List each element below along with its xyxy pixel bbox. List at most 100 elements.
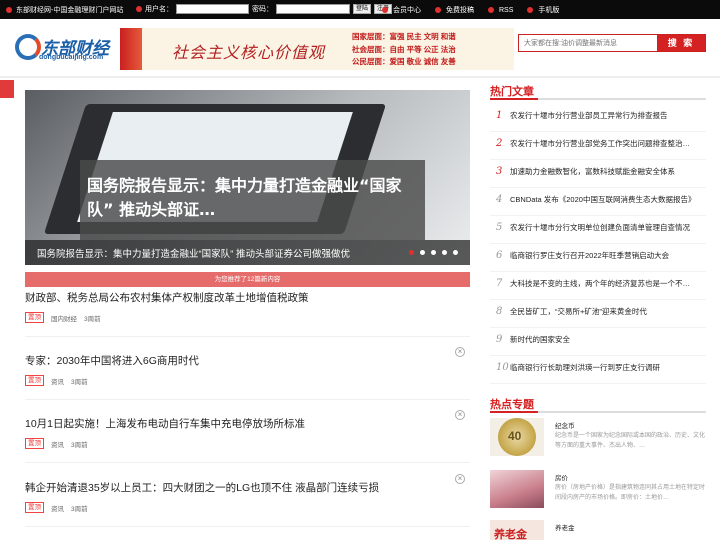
news-title[interactable]: 财政部、税务总局公布农村集体产权制度改革土地增值税政策	[25, 290, 470, 305]
slider-dot[interactable]	[431, 250, 436, 255]
news-time: 3周前	[71, 505, 88, 513]
news-meta: 置顶 资讯 3周前	[25, 502, 88, 513]
member-center-link[interactable]: 会员中心	[382, 5, 421, 15]
slider-dot[interactable]	[409, 250, 414, 255]
hot-article-title[interactable]: 农发行十堰市分行文明单位创建负面清单管理自查情况	[510, 222, 706, 233]
pension-thumbnail[interactable]: 养老金	[490, 520, 544, 540]
search-button[interactable]: 搜 索	[657, 35, 705, 51]
rss-link[interactable]: RSS	[488, 5, 513, 15]
link-label: 手机版	[538, 7, 560, 14]
topic-title[interactable]: 纪念币	[555, 420, 575, 430]
rank-number: 9	[496, 334, 503, 345]
news-item[interactable]: × 韩企开始清退35岁以上员工：四大财团之一的LG也顶不住 液晶部门连续亏损 置…	[25, 474, 470, 513]
site-logo[interactable]: 东部财经 dongbucaijing.com	[15, 34, 115, 64]
hot-article-title[interactable]: 新时代的国家安全	[510, 334, 706, 345]
slider-dot[interactable]	[453, 250, 458, 255]
featured-slider[interactable]: 国务院报告显示：集中力量打造金融业“国家队” 推动头部证… 国务院报告显示：集中…	[25, 90, 470, 265]
user-icon	[136, 6, 142, 12]
side-tab[interactable]	[0, 80, 14, 98]
news-meta: 置顶 国内财经 3周前	[25, 312, 101, 323]
news-title[interactable]: 10月1日起实施！上海发布电动自行车集中充电停放场所标准	[25, 416, 470, 431]
hot-article-title[interactable]: 全民皆矿工，“交易所+矿池”迎来黄金时代	[510, 306, 706, 317]
hot-article-title[interactable]: 加速助力金融数智化，富数科技赋能金融安全体系	[510, 166, 706, 177]
news-item[interactable]: 财政部、税务总局公布农村集体产权制度改革土地增值税政策 置顶 国内财经 3周前	[25, 290, 470, 323]
news-title[interactable]: 韩企开始清退35岁以上员工：四大财团之一的LG也顶不住 液晶部门连续亏损	[25, 480, 470, 495]
news-title[interactable]: 专家：2030年中国将进入6G商用时代	[25, 353, 470, 368]
banner-slogan: 社会主义核心价值观	[172, 43, 326, 62]
value-line: 国家层面：富强 民主 文明 和谐	[352, 32, 456, 41]
house-thumbnail[interactable]	[490, 470, 544, 508]
news-category[interactable]: 国内财经	[51, 313, 77, 323]
news-time: 3周前	[71, 378, 88, 386]
hot-article-item[interactable]: 7 大科技是不变的主线，两个年的经济复苏也是一个不…	[490, 272, 706, 300]
topic-desc: 纪念币是一个国家为纪念国际或本国的政治、历史、文化等方面的重大事件、杰出人物、…	[555, 433, 706, 449]
pinned-badge: 置顶	[25, 312, 44, 323]
news-divider	[25, 336, 470, 337]
hot-article-title[interactable]: 农发行十堰市分行营业部党务工作突出问题排查整治…	[510, 138, 706, 149]
rss-icon	[488, 7, 494, 13]
slider-caption[interactable]: 国务院报告显示：集中力量打造金融业“国家队” 推动头部证券公司做强做优	[37, 246, 350, 260]
news-category[interactable]: 资讯	[51, 439, 64, 449]
hot-article-item[interactable]: 9 新时代的国家安全	[490, 328, 706, 356]
hot-article-item[interactable]: 4 CBNData 发布《2020中国互联网消费生态大数据报告》	[490, 188, 706, 216]
username-label: 用户名：	[145, 6, 173, 13]
home-icon	[6, 7, 12, 13]
rank-number: 4	[496, 194, 503, 205]
coin-thumbnail[interactable]: 40	[490, 418, 544, 456]
news-category[interactable]: 资讯	[51, 503, 64, 513]
section-underline	[490, 411, 706, 413]
logo-url: dongbucaijing.com	[39, 54, 104, 61]
site-name: 东部财经网-中国金融理财门户网站	[16, 7, 124, 14]
hot-articles-title: 热门文章	[490, 86, 534, 98]
mobile-link[interactable]: 手机版	[527, 5, 559, 15]
close-icon[interactable]: ×	[455, 347, 465, 357]
link-label: 会员中心	[393, 7, 421, 14]
recommend-notice[interactable]: 为您推荐了12篇新内容	[25, 272, 470, 287]
hot-article-title[interactable]: CBNData 发布《2020中国互联网消费生态大数据报告》	[510, 194, 706, 205]
news-category[interactable]: 资讯	[51, 376, 64, 386]
submit-article-link[interactable]: 免费投稿	[435, 5, 474, 15]
login-button[interactable]: 登陆	[353, 4, 372, 14]
topic-title[interactable]: 养老金	[555, 522, 575, 532]
slider-dot[interactable]	[420, 250, 425, 255]
value-line: 公民层面：爱国 敬业 诚信 友善	[352, 57, 456, 66]
logo-mark-icon	[15, 34, 41, 60]
flag-icon	[120, 28, 142, 70]
coin-thumbnail-text: 40	[508, 429, 522, 443]
hot-article-title[interactable]: 农发行十堰市分行营业部员工异常行为排查报告	[510, 110, 706, 121]
pinned-badge: 置顶	[25, 502, 44, 513]
username-input[interactable]	[176, 4, 249, 14]
rank-number: 10	[496, 362, 509, 373]
member-icon	[382, 7, 388, 13]
pinned-badge: 置顶	[25, 375, 44, 386]
hot-article-item[interactable]: 3 加速助力金融数智化，富数科技赋能金融安全体系	[490, 160, 706, 188]
slider-headline: 国务院报告显示：集中力量打造金融业“国家队” 推动头部证…	[87, 176, 402, 219]
hot-article-item[interactable]: 2 农发行十堰市分行营业部党务工作突出问题排查整治…	[490, 132, 706, 160]
hot-article-item[interactable]: 6 临商银行罗庄支行召开2022年旺季营销启动大会	[490, 244, 706, 272]
hot-article-item[interactable]: 8 全民皆矿工，“交易所+矿池”迎来黄金时代	[490, 300, 706, 328]
hot-article-title[interactable]: 临商银行行长助理刘洪瑛一行到罗庄支行调研	[510, 362, 706, 373]
section-underline	[490, 98, 706, 100]
hot-article-item[interactable]: 10 临商银行行长助理刘洪瑛一行到罗庄支行调研	[490, 356, 706, 384]
slider-dot[interactable]	[442, 250, 447, 255]
news-item[interactable]: × 10月1日起实施！上海发布电动自行车集中充电停放场所标准 置顶 资讯 3周前	[25, 410, 470, 449]
link-label: 免费投稿	[446, 7, 474, 14]
submit-icon	[435, 7, 441, 13]
banner-values: 国家层面：富强 民主 文明 和谐 社会层面：自由 平等 公正 法治 公民层面：爱…	[352, 31, 456, 69]
values-banner[interactable]: 社会主义核心价值观 国家层面：富强 民主 文明 和谐 社会层面：自由 平等 公正…	[120, 28, 514, 70]
hot-article-title[interactable]: 大科技是不变的主线，两个年的经济复苏也是一个不…	[510, 278, 706, 289]
search-input[interactable]	[519, 35, 657, 51]
header-divider	[0, 76, 720, 78]
rank-number: 1	[496, 110, 503, 121]
hot-article-item[interactable]: 5 农发行十堰市分行文明单位创建负面清单管理自查情况	[490, 216, 706, 244]
close-icon[interactable]: ×	[455, 410, 465, 420]
site-home-link[interactable]: 东部财经网-中国金融理财门户网站	[6, 5, 123, 15]
close-icon[interactable]: ×	[455, 474, 465, 484]
hot-article-title[interactable]: 临商银行罗庄支行召开2022年旺季营销启动大会	[510, 250, 706, 261]
password-input[interactable]	[276, 4, 350, 14]
hot-article-item[interactable]: 1 农发行十堰市分行营业部员工异常行为排查报告	[490, 104, 706, 132]
topic-title[interactable]: 房价	[555, 472, 568, 482]
news-divider	[25, 462, 470, 463]
value-line: 社会层面：自由 平等 公正 法治	[352, 44, 456, 54]
news-item[interactable]: × 专家：2030年中国将进入6G商用时代 置顶 资讯 3周前	[25, 347, 470, 386]
